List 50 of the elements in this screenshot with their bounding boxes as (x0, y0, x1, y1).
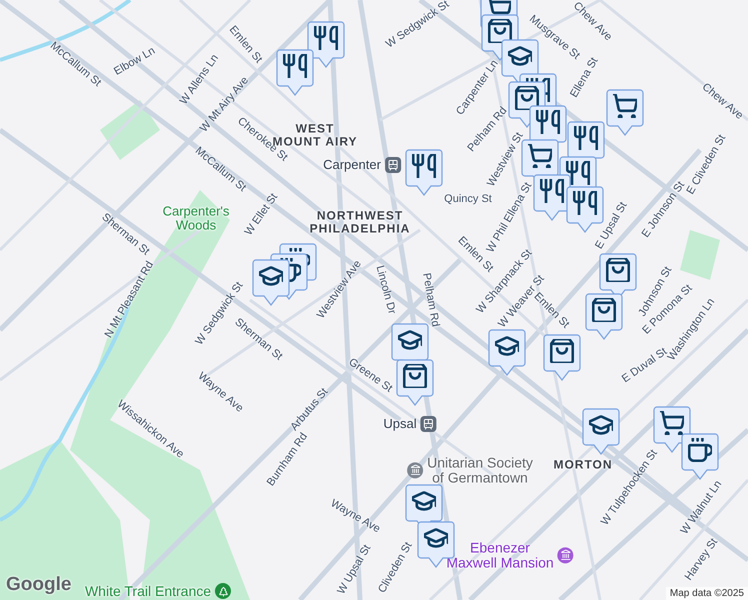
train-icon (384, 157, 401, 173)
coffee-cup-icon (688, 438, 712, 462)
shopping-bag-icon (488, 19, 512, 43)
map-marker[interactable] (307, 21, 345, 68)
fork-knife-icon (283, 54, 307, 78)
shopping-bag-icon (550, 339, 574, 363)
shopping-cart-icon (613, 94, 637, 118)
station-label: Carpenter (323, 158, 381, 172)
map-marker[interactable] (252, 259, 290, 306)
place-label: Unitarian Society of Germantown (427, 455, 533, 485)
park-label: Carpenter's Woods (162, 204, 230, 232)
graduation-cap-icon (412, 489, 436, 513)
graduation-cap-icon (398, 328, 422, 352)
map-marker[interactable] (533, 174, 571, 221)
fork-knife-icon (314, 26, 338, 50)
map-logo: Google (6, 574, 72, 596)
map-marker[interactable] (582, 408, 620, 455)
shopping-bag-icon (592, 298, 616, 322)
place-label: Ebenezer Maxwell Mansion (446, 540, 554, 570)
fork-knife-icon (540, 179, 564, 203)
map-marker[interactable] (396, 359, 434, 406)
shopping-cart-icon (528, 144, 552, 168)
map-marker[interactable] (543, 334, 581, 381)
graduation-cap-icon (424, 526, 448, 550)
map-marker[interactable] (488, 329, 526, 376)
street-label: Pelham Rd (420, 272, 440, 328)
map-marker[interactable] (585, 293, 623, 340)
map-marker[interactable] (606, 89, 644, 136)
shopping-bag-icon (606, 258, 630, 282)
map-marker[interactable] (405, 149, 443, 196)
fork-knife-icon (566, 161, 590, 185)
neighborhood-label: NORTHWEST PHILADELPHIA (310, 209, 410, 235)
street-label: Quincy St (444, 194, 492, 206)
fork-knife-icon (573, 191, 597, 215)
graduation-cap-icon (495, 334, 519, 358)
shopping-bag-icon (403, 364, 427, 388)
map-attribution: Map data ©2025 (666, 587, 748, 600)
graduation-cap-icon (259, 264, 283, 288)
fork-knife-icon (536, 110, 560, 134)
map-marker[interactable] (681, 433, 719, 480)
place-label: White Trail Entrance (84, 584, 212, 598)
train-icon (420, 416, 437, 432)
graduation-cap-icon (589, 413, 613, 437)
shopping-bag-icon (515, 86, 539, 110)
map-marker[interactable] (276, 49, 314, 96)
fork-knife-icon (412, 154, 436, 178)
station-label: Upsal (383, 417, 417, 431)
street-label: Lincoln Dr (373, 264, 397, 316)
shopping-cart-icon (660, 411, 684, 435)
fork-knife-icon (574, 126, 598, 150)
